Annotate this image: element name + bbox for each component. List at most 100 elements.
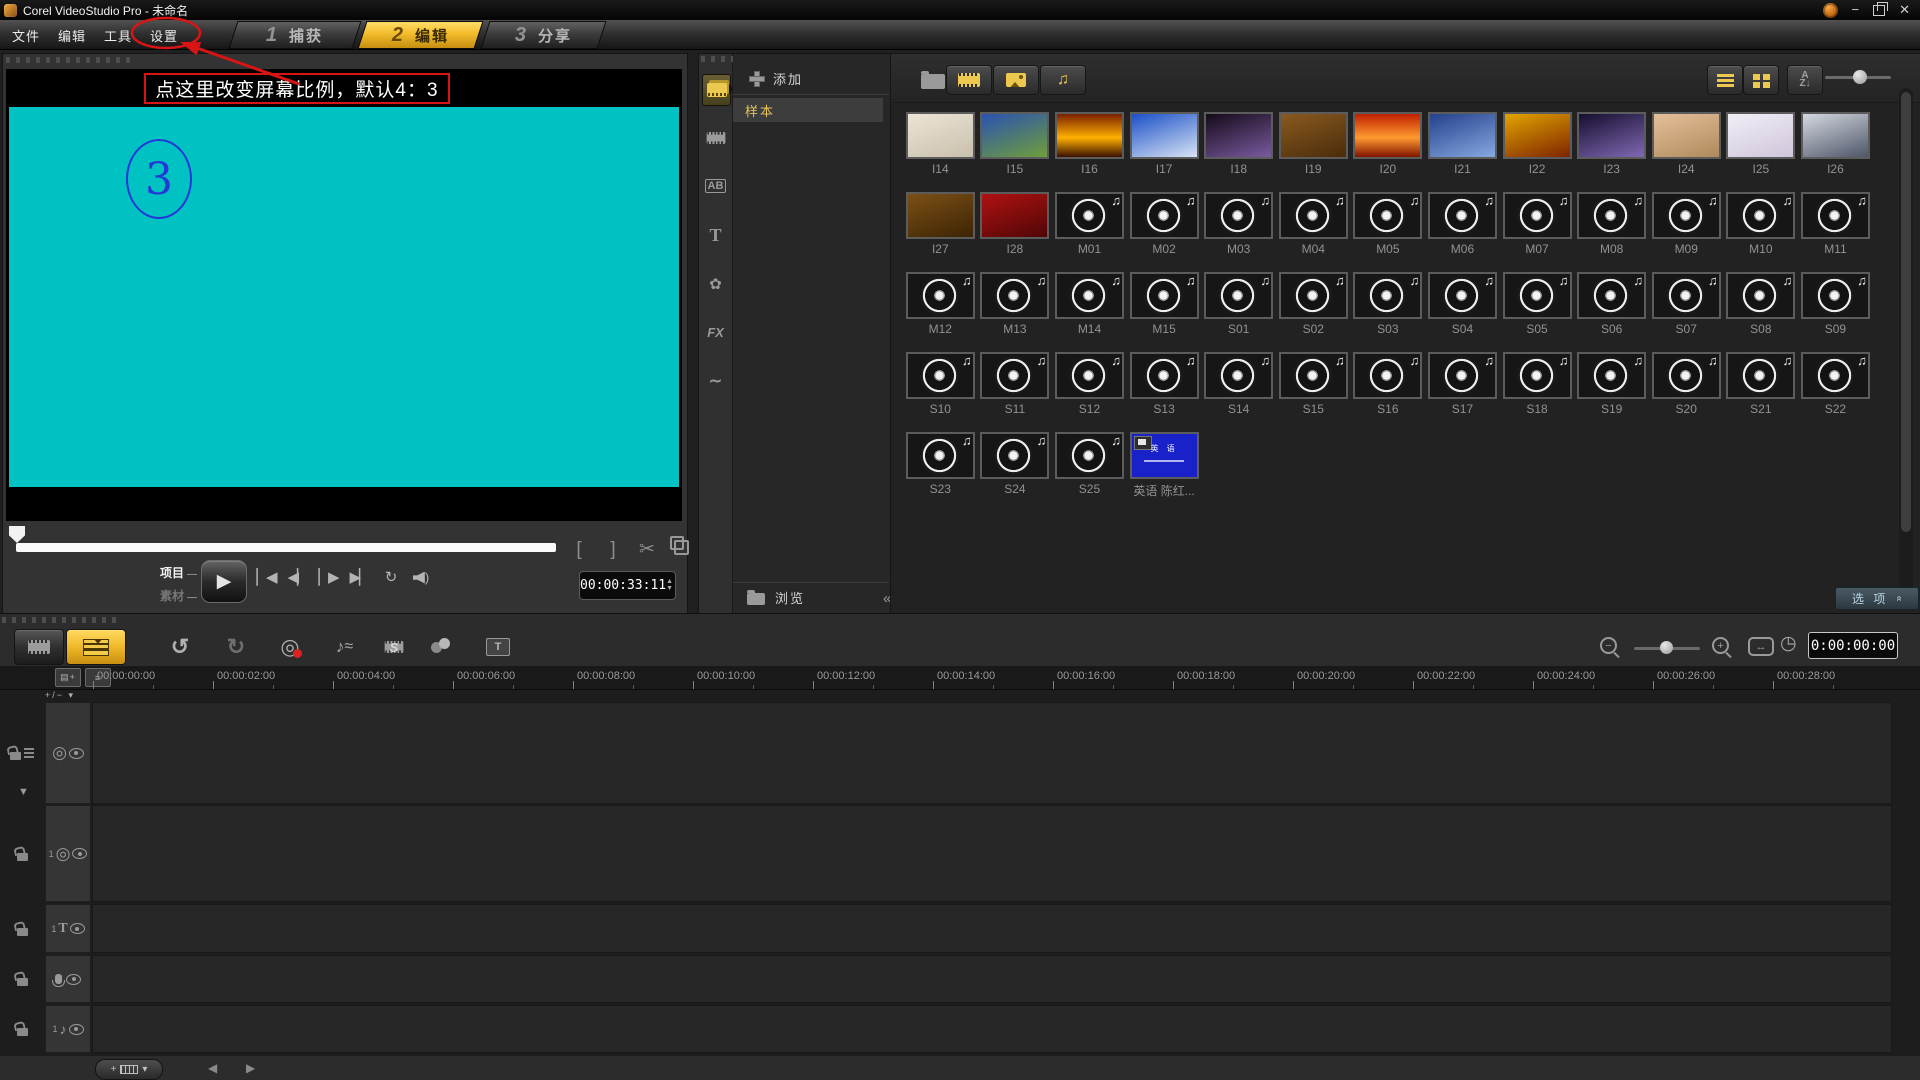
library-item[interactable]: ♫S05 — [1500, 272, 1575, 352]
library-item[interactable]: ♫M01 — [1052, 192, 1127, 272]
library-item[interactable]: I28 — [978, 192, 1053, 272]
library-item[interactable]: I22 — [1500, 112, 1575, 192]
filter-audio-button[interactable]: ♫ — [1040, 65, 1086, 95]
duration-clock-icon[interactable]: ◷ — [1780, 632, 1797, 655]
library-item[interactable]: ♫M12 — [903, 272, 978, 352]
library-item[interactable]: I15 — [978, 112, 1053, 192]
library-item[interactable]: ♫S13 — [1127, 352, 1202, 432]
tab-step-2[interactable]: 2编辑 — [357, 21, 483, 49]
scroll-left-icon[interactable]: ◀ — [208, 1061, 217, 1075]
lock-icon[interactable] — [17, 853, 28, 861]
library-item[interactable]: I18 — [1201, 112, 1276, 192]
track-header-voice[interactable] — [45, 955, 91, 1003]
library-item[interactable]: ♫M04 — [1276, 192, 1351, 272]
library-item[interactable]: I21 — [1425, 112, 1500, 192]
library-item[interactable]: I16 — [1052, 112, 1127, 192]
scrubber-handle[interactable] — [9, 526, 25, 543]
library-item[interactable]: ♫M02 — [1127, 192, 1202, 272]
track-header-overlay[interactable]: 1◎ — [45, 805, 91, 902]
library-item[interactable]: ♫S09 — [1798, 272, 1873, 352]
timeline-time-display[interactable]: 0:00:00:00 — [1808, 632, 1898, 659]
filter-photo-button[interactable] — [993, 65, 1039, 95]
storyboard-view-button[interactable] — [14, 629, 64, 665]
lock-icon[interactable] — [17, 978, 28, 986]
auto-music-button[interactable]: S — [374, 631, 414, 663]
library-item[interactable]: ♫S11 — [978, 352, 1053, 432]
filter-video-button[interactable] — [946, 65, 992, 95]
tab-step-3[interactable]: 3分享 — [480, 21, 606, 49]
category-item-sample[interactable]: 样本 — [733, 98, 883, 122]
timecode-spinner[interactable]: ▲▼ — [666, 579, 676, 592]
nav-instant-project[interactable] — [702, 123, 729, 153]
library-item[interactable]: I14 — [903, 112, 978, 192]
library-item[interactable]: ♫M03 — [1201, 192, 1276, 272]
zoom-in-icon[interactable]: + — [1712, 637, 1729, 654]
track-header-title[interactable]: 1T — [45, 904, 91, 953]
library-item[interactable]: ♫S12 — [1052, 352, 1127, 432]
next-frame-button[interactable]: ▏▶ — [317, 568, 339, 586]
nav-title[interactable]: T — [702, 220, 729, 250]
library-item[interactable]: ♫S15 — [1276, 352, 1351, 432]
library-item[interactable]: I26 — [1798, 112, 1873, 192]
add-track-button[interactable]: +▾ — [95, 1059, 163, 1080]
track-manager-icon[interactable]: ▤+ — [55, 668, 81, 687]
library-item[interactable]: ♫M05 — [1351, 192, 1426, 272]
go-end-button[interactable]: ▶▏ — [348, 568, 370, 586]
track-music[interactable] — [92, 1005, 1892, 1053]
redo-button[interactable]: ↻ — [216, 631, 256, 663]
record-capture-button[interactable]: ◎ — [270, 631, 310, 663]
library-item[interactable]: ♫M10 — [1724, 192, 1799, 272]
restore-button[interactable] — [1873, 5, 1885, 16]
library-item[interactable]: ♫S22 — [1798, 352, 1873, 432]
track-title[interactable] — [92, 904, 1892, 953]
nav-media[interactable] — [702, 74, 731, 106]
library-item[interactable]: I19 — [1276, 112, 1351, 192]
lock-icon[interactable] — [10, 752, 21, 760]
track-header-music[interactable]: 1♪ — [45, 1005, 91, 1053]
split-icon[interactable]: ✂ — [637, 538, 657, 561]
library-item[interactable]: ♫M15 — [1127, 272, 1202, 352]
preview-timecode[interactable]: 00:00:33:11 ▲▼ — [579, 571, 676, 600]
library-item[interactable]: ♫S08 — [1724, 272, 1799, 352]
library-item[interactable]: ♫S25 — [1052, 432, 1127, 512]
library-item[interactable]: ♫S06 — [1574, 272, 1649, 352]
timeline-zoom-slider[interactable] — [1634, 647, 1700, 650]
library-item[interactable]: ♫S03 — [1351, 272, 1426, 352]
library-item[interactable]: ♫S19 — [1574, 352, 1649, 432]
library-item[interactable]: ♫S16 — [1351, 352, 1426, 432]
app-badge-icon[interactable] — [1823, 3, 1838, 18]
nav-filter[interactable]: FX — [702, 318, 729, 348]
library-item[interactable]: ♫M08 — [1574, 192, 1649, 272]
zoom-out-icon[interactable]: − — [1600, 637, 1617, 654]
menu-item-edit[interactable]: 编辑 — [58, 26, 86, 45]
library-item[interactable]: ♫S23 — [903, 432, 978, 512]
library-item[interactable]: ♫M07 — [1500, 192, 1575, 272]
subtitle-options-button[interactable]: T — [478, 631, 518, 663]
library-item[interactable]: ♫M11 — [1798, 192, 1873, 272]
play-button[interactable]: ▶ — [201, 560, 247, 603]
scrubber-bar[interactable] — [16, 543, 556, 552]
library-item[interactable]: ♫S24 — [978, 432, 1053, 512]
browse-row[interactable]: 浏览 — [733, 582, 889, 611]
track-overlay[interactable] — [92, 805, 1892, 902]
scrollbar-thumb[interactable] — [1901, 92, 1911, 532]
mark-out-icon[interactable]: ] — [603, 539, 623, 561]
library-item[interactable]: ♫S18 — [1500, 352, 1575, 432]
ripple-button[interactable] — [422, 631, 462, 663]
volume-button[interactable]: ) — [410, 569, 432, 586]
nav-graphics[interactable]: ✿ — [702, 269, 729, 299]
undo-button[interactable]: ↺ — [160, 631, 200, 663]
button-list-view[interactable] — [1707, 65, 1743, 95]
add-remove-track-bar[interactable]: +/− ▾ — [45, 690, 115, 701]
close-button[interactable]: ✕ — [1899, 3, 1910, 17]
library-item[interactable]: I17 — [1127, 112, 1202, 192]
sound-mixer-button[interactable]: ♪≈ — [324, 631, 364, 663]
lock-icon[interactable] — [17, 1028, 28, 1036]
slider-knob[interactable] — [1853, 70, 1867, 84]
button-grid-view[interactable] — [1743, 65, 1779, 95]
options-button[interactable]: 选 项 » — [1835, 587, 1919, 610]
timeline-view-button[interactable] — [66, 629, 126, 665]
nav-path[interactable]: ∼ — [702, 366, 729, 396]
library-item[interactable]: 英 语英语 陈红... — [1127, 432, 1202, 512]
slider-knob[interactable] — [1660, 641, 1673, 654]
